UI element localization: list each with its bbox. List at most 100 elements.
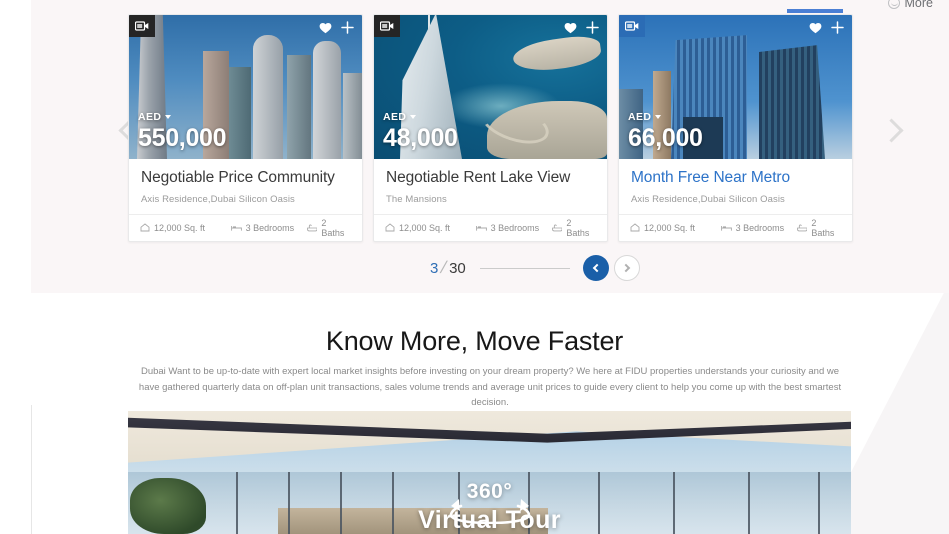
card-body: Negotiable Rent Lake View The Mansions — [374, 159, 607, 205]
caret-down-icon — [655, 115, 662, 120]
pagination-separator: / — [438, 258, 449, 277]
spec-bedrooms-label: 3 Bedrooms — [245, 222, 295, 233]
currency-label: AED — [628, 111, 652, 124]
spec-area: 12,000 Sq. ft — [385, 223, 476, 233]
virtual-tour-hero-image[interactable]: 360° Virtual Tour — [128, 411, 851, 534]
smiley-face-icon — [887, 0, 900, 9]
active-tab-underline — [787, 9, 843, 13]
spec-area-label: 12,000 Sq. ft — [154, 222, 206, 233]
currency-selector[interactable]: AED — [383, 111, 458, 123]
pagination-total: 30 — [449, 259, 466, 277]
spec-baths-label: 2 Baths — [566, 217, 590, 238]
rotate-360-arrow-icon — [449, 499, 530, 524]
caret-down-icon — [165, 115, 172, 120]
spec-baths: 2 Baths — [551, 217, 596, 238]
card-price-block: AED 66,000 — [628, 111, 703, 153]
pagination-current: 3 — [430, 259, 439, 277]
card-title[interactable]: Month Free Near Metro — [631, 169, 840, 188]
video-camera-icon — [135, 21, 149, 31]
home-area-icon — [630, 223, 640, 232]
bed-icon — [720, 225, 732, 231]
video-badge[interactable] — [129, 15, 155, 37]
section-title: Know More, Move Faster — [325, 326, 624, 356]
card-action-icons — [809, 21, 844, 38]
plus-icon[interactable] — [586, 21, 599, 38]
home-area-icon — [385, 223, 395, 232]
card-title[interactable]: Negotiable Rent Lake View — [386, 169, 595, 188]
left-divider-line — [31, 405, 32, 534]
spec-bedrooms-label: 3 Bedrooms — [490, 222, 540, 233]
spec-area-label: 12,000 Sq. ft — [644, 222, 696, 233]
card-specs: 12,000 Sq. ft 3 Bedrooms 2 Baths — [619, 213, 852, 241]
card-image[interactable]: AED 550,000 — [129, 15, 362, 160]
spec-baths-label: 2 Baths — [811, 217, 835, 238]
currency-label: AED — [138, 111, 162, 124]
price-value: 48,000 — [383, 124, 458, 153]
spec-baths: 2 Baths — [306, 217, 351, 238]
card-subtitle: Axis Residence,Dubai Silicon Oasis — [631, 193, 785, 205]
page-root: More AED 550,000 Negotiable Price Commun… — [0, 0, 949, 534]
card-price-block: AED 550,000 — [138, 111, 227, 153]
more-label: More — [904, 0, 933, 10]
bathtub-icon — [551, 224, 563, 232]
bathtub-icon — [796, 224, 808, 232]
video-camera-icon — [625, 21, 639, 31]
card-price-block: AED 48,000 — [383, 111, 458, 153]
caret-down-icon — [410, 115, 417, 120]
card-body: Month Free Near Metro Axis Residence,Dub… — [619, 159, 852, 205]
video-camera-icon — [380, 21, 394, 31]
video-badge[interactable] — [619, 15, 645, 37]
video-badge[interactable] — [374, 15, 400, 37]
bed-icon — [230, 225, 242, 231]
card-body: Negotiable Price Community Axis Residenc… — [129, 159, 362, 205]
price-value: 550,000 — [138, 124, 227, 153]
carousel-pagination: 3 / 30 — [430, 255, 640, 281]
property-card-list: AED 550,000 Negotiable Price Community A… — [128, 14, 853, 242]
currency-selector[interactable]: AED — [138, 111, 226, 123]
carousel-next-arrow[interactable] — [876, 110, 906, 150]
heart-icon[interactable] — [564, 22, 577, 38]
chevron-right-icon — [878, 117, 904, 143]
spec-bedrooms: 3 Bedrooms — [720, 222, 797, 233]
card-action-icons — [319, 21, 354, 38]
price-value: 66,000 — [628, 124, 703, 153]
card-action-icons — [564, 21, 599, 38]
spec-area: 12,000 Sq. ft — [140, 223, 231, 233]
card-subtitle: Axis Residence,Dubai Silicon Oasis — [141, 193, 295, 205]
top-bar: More — [0, 0, 949, 14]
heart-icon[interactable] — [319, 22, 332, 38]
spec-baths-label: 2 Baths — [321, 217, 345, 238]
card-title[interactable]: Negotiable Price Community — [141, 169, 350, 188]
currency-selector[interactable]: AED — [628, 111, 703, 123]
chevron-right-icon — [621, 263, 631, 273]
spec-baths: 2 Baths — [796, 217, 841, 238]
pagination-prev-button[interactable] — [582, 255, 609, 281]
card-specs: 12,000 Sq. ft 3 Bedrooms 2 Baths — [129, 213, 362, 241]
card-specs: 12,000 Sq. ft 3 Bedrooms 2 Baths — [374, 213, 607, 241]
spec-bedrooms: 3 Bedrooms — [230, 222, 307, 233]
chevron-left-icon — [592, 263, 602, 273]
heart-icon[interactable] — [809, 22, 822, 38]
bed-icon — [475, 225, 487, 231]
property-card[interactable]: AED 550,000 Negotiable Price Community A… — [128, 14, 363, 242]
pagination-track[interactable] — [479, 267, 570, 269]
virtual-tour-overlay[interactable]: 360° Virtual Tour — [128, 481, 851, 534]
bathtub-icon — [306, 224, 318, 232]
section-paragraph: Dubai Want to be up-to-date with expert … — [138, 366, 842, 409]
spec-bedrooms: 3 Bedrooms — [475, 222, 552, 233]
pagination-next-button[interactable] — [613, 255, 640, 281]
property-card[interactable]: AED 48,000 Negotiable Rent Lake View The… — [373, 14, 608, 242]
currency-label: AED — [383, 111, 407, 124]
card-subtitle: The Mansions — [386, 193, 447, 205]
card-image[interactable]: AED 66,000 — [619, 15, 852, 160]
card-image[interactable]: AED 48,000 — [374, 15, 607, 160]
more-button[interactable]: More — [887, 0, 933, 10]
property-carousel-section: AED 550,000 Negotiable Price Community A… — [31, 0, 949, 293]
spec-bedrooms-label: 3 Bedrooms — [735, 222, 785, 233]
plus-icon[interactable] — [831, 21, 844, 38]
home-area-icon — [140, 223, 150, 232]
spec-area-label: 12,000 Sq. ft — [399, 222, 451, 233]
property-card[interactable]: AED 66,000 Month Free Near Metro Axis Re… — [618, 14, 853, 242]
plus-icon[interactable] — [341, 21, 354, 38]
spec-area: 12,000 Sq. ft — [630, 223, 721, 233]
